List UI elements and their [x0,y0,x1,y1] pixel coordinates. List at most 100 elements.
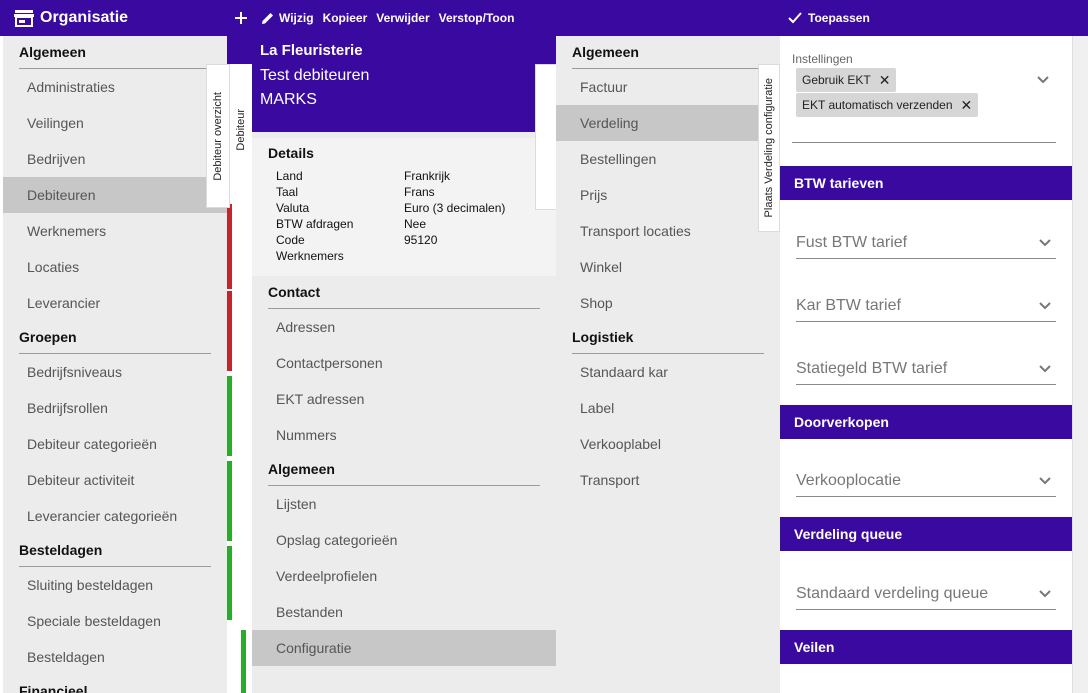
algemeen-item-opslag-categorieen[interactable]: Opslag categorieën [252,522,556,558]
config-item-verdeling[interactable]: Verdeling [556,105,780,141]
scrollbar[interactable] [1072,36,1088,693]
config-item-shop[interactable]: Shop [556,285,780,321]
contact-item-nummers[interactable]: Nummers [252,417,556,453]
nav-section-algemeen: Algemeen [19,36,211,69]
config-item-bestellingen[interactable]: Bestellingen [556,141,780,177]
status-bar [227,204,232,289]
detail-row: Valuta Euro (3 decimalen) [276,201,506,215]
hide-show-button[interactable]: Verstop/Toon [439,11,515,25]
nav-item-bedrijven[interactable]: Bedrijven [3,141,227,177]
verkooplocatie-select[interactable]: Verkooplocatie [796,468,1056,497]
toolbar: Wijzig Kopieer Verwijder Verstop/Toon [234,0,523,36]
config-item-prijs[interactable]: Prijs [556,177,780,213]
config-item-factuur[interactable]: Factuur [556,69,780,105]
config-section-algemeen: Algemeen [572,36,764,69]
details-panel: Details Land Frankrijk Taal Frans Valuta Eu… [252,138,556,276]
chevron-down-icon[interactable] [1036,72,1050,90]
detail-row: BTW afdragen Nee [276,217,427,231]
debiteur-code-line: MARKS [260,91,317,108]
top-bar: Organisatie Wijzig Kopieer Verwijder Ver… [0,0,1088,36]
edit-button[interactable]: Wijzig [261,11,314,25]
config-item-label[interactable]: Label [556,390,780,426]
status-bar [227,461,232,541]
nav-item-bedrijfsniveaus[interactable]: Bedrijfsniveaus [3,354,227,390]
verdeling-config-form: Instellingen Gebruik EKT ✕ EKT automatis… [780,36,1072,693]
config-item-verkooplabel[interactable]: Verkooplabel [556,426,780,462]
nav-item-administraties[interactable]: Administraties [3,69,227,105]
chip-ekt-automatisch-verzenden: EKT automatisch verzenden ✕ [796,93,979,117]
tab-plaats-verdeling-configuratie[interactable]: Plaats Verdeling configuratie [758,64,780,232]
tab-debiteur-overzicht[interactable]: Debiteur overzicht [206,64,230,208]
kar-btw-select[interactable]: Kar BTW tarief [796,293,1056,322]
contact-item-contactpersonen[interactable]: Contactpersonen [252,345,556,381]
delete-button[interactable]: Verwijder [376,11,429,25]
config-item-standaard-kar[interactable]: Standaard kar [556,354,780,390]
fust-btw-select[interactable]: Fust BTW tarief [796,230,1056,259]
detail-side-tab [535,64,557,210]
close-icon[interactable]: ✕ [961,93,973,117]
detail-header: La Fleuristerie Test debiteuren MARKS [252,36,556,132]
status-bar [227,376,232,456]
algemeen-item-verdeelprofielen[interactable]: Verdeelprofielen [252,558,556,594]
statiegeld-btw-select[interactable]: Statiegeld BTW tarief [796,356,1056,385]
check-icon [788,12,802,24]
nav-item-werknemers[interactable]: Werknemers [3,213,227,249]
nav-section-financieel: Financieel [19,683,88,693]
status-bar [241,630,246,693]
detail-row: Taal Frans [276,185,435,199]
chip-gebruik-ekt: Gebruik EKT ✕ [796,68,897,92]
nav-item-leverancier[interactable]: Leverancier [3,285,227,321]
settings-underline [792,142,1056,143]
copy-button[interactable]: Kopieer [323,11,368,25]
config-item-transport[interactable]: Transport [556,462,780,498]
nav-item-debiteur-activiteit[interactable]: Debiteur activiteit [3,462,227,498]
algemeen-item-lijsten[interactable]: Lijsten [252,486,556,522]
nav-item-debiteur-categorieen[interactable]: Debiteur categorieën [3,426,227,462]
nav-item-locaties[interactable]: Locaties [3,249,227,285]
algemeen-item-configuratie[interactable]: Configuratie [252,630,556,666]
tab-debiteur[interactable]: Debiteur [230,64,252,196]
contact-item-ekt-adressen[interactable]: EKT adressen [252,381,556,417]
pencil-icon [262,13,273,24]
status-bar [227,546,232,620]
nav-item-veilingen[interactable]: Veilingen [3,105,227,141]
chevron-down-icon [1039,365,1051,373]
settings-label: Instellingen [792,52,853,66]
store-icon [14,10,34,27]
close-icon[interactable]: ✕ [879,68,891,92]
nav-item-debiteuren[interactable]: Debiteuren [3,177,227,213]
nav-item-bedrijfsrollen[interactable]: Bedrijfsrollen [3,390,227,426]
debiteur-name: La Fleuristerie [260,42,363,59]
organisation-nav: Algemeen Administraties Veilingen Bedrij… [3,36,227,693]
chevron-down-icon [1039,590,1051,598]
nav-section-besteldagen: Besteldagen [19,534,211,567]
detail-row: Werknemers [276,249,344,263]
standaard-queue-select[interactable]: Standaard verdeling queue [796,581,1056,610]
detail-row: Land Frankrijk [276,169,451,183]
configuration-nav: Algemeen Factuur Verdeling Bestellingen … [556,36,780,693]
chevron-down-icon [1039,302,1051,310]
contact-section-title: Contact [268,276,540,309]
chevron-down-icon [1039,239,1051,247]
algemeen-item-bestanden[interactable]: Bestanden [252,594,556,630]
details-title: Details [268,145,314,161]
app-title-text: Organisatie [40,9,129,26]
add-button[interactable] [234,11,252,25]
config-item-transport-locaties[interactable]: Transport locaties [556,213,780,249]
section-veilen: Veilen [780,630,1072,664]
plus-icon [235,12,247,24]
apply-button[interactable]: Toepassen [788,0,870,36]
nav-item-besteldagen[interactable]: Besteldagen [3,639,227,675]
section-btw-tarieven: BTW tarieven [780,166,1072,200]
algemeen-section-title: Algemeen [268,453,540,486]
nav-item-speciale-besteldagen[interactable]: Speciale besteldagen [3,603,227,639]
debiteur-subtitle: Test debiteuren [260,67,370,84]
app-title: Organisatie [14,0,128,36]
contact-item-adressen[interactable]: Adressen [252,309,556,345]
detail-row: Code 95120 [276,233,438,247]
config-item-winkel[interactable]: Winkel [556,249,780,285]
config-section-logistiek: Logistiek [572,321,764,354]
chevron-down-icon [1039,477,1051,485]
nav-item-leverancier-categorieen[interactable]: Leverancier categorieën [3,498,227,534]
nav-item-sluiting-besteldagen[interactable]: Sluiting besteldagen [3,567,227,603]
